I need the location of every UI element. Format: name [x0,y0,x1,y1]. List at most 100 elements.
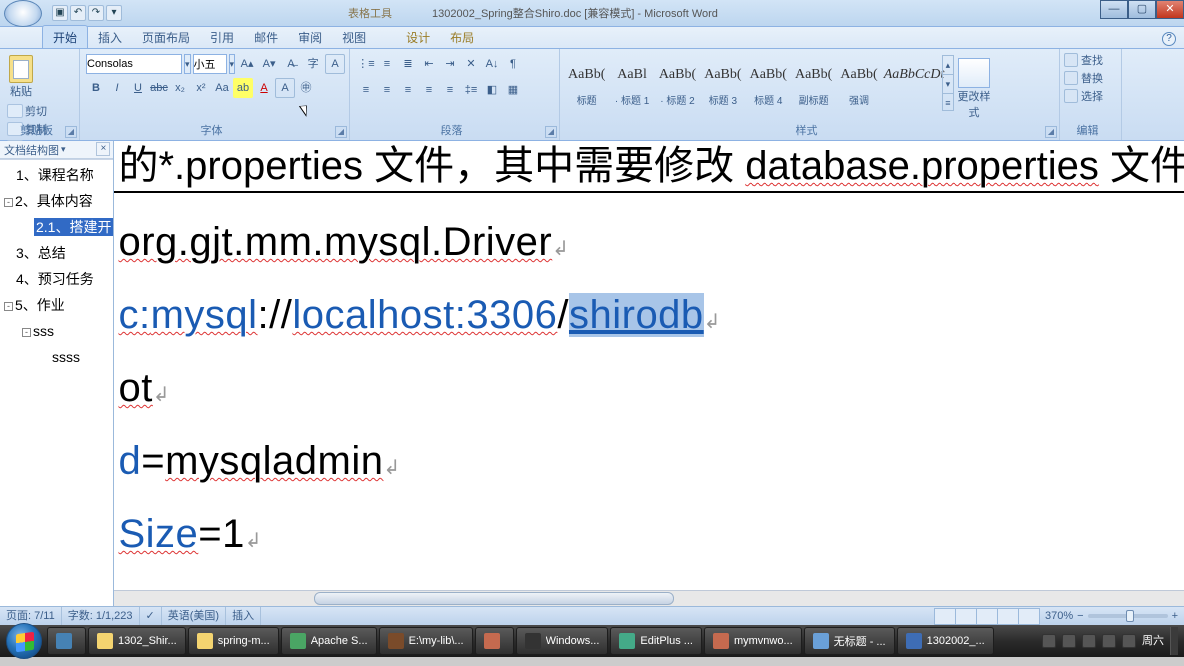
taskbar-item[interactable]: 1302_Shir... [88,627,186,655]
tab-review[interactable]: 审阅 [288,26,332,48]
sort-button[interactable]: A↓ [482,54,502,74]
outline-node[interactable]: 4、预习任务 [4,266,113,292]
phonetic-button[interactable]: 字 [303,54,323,74]
font-size-dropdown-icon[interactable]: ▾ [229,54,236,74]
bullets-button[interactable]: ⋮≡ [356,54,376,74]
tab-view[interactable]: 视图 [332,26,376,48]
char-shading-button[interactable]: A [275,78,295,98]
view-print-layout-button[interactable] [934,608,956,625]
font-size-input[interactable] [193,54,227,74]
status-word-count[interactable]: 字数: 1/1,223 [62,607,140,625]
cut-label[interactable]: 剪切 [25,103,47,119]
highlight-button[interactable]: ab [233,78,253,98]
view-fullscreen-button[interactable] [955,608,977,625]
doc-config-line[interactable]: c:mysql://localhost:3306/shirodb↲ [114,282,1184,355]
style-item[interactable]: AaBb(标题 3 [701,55,744,111]
styles-dialog-launcher[interactable]: ◢ [1045,126,1057,138]
italic-button[interactable]: I [107,78,127,98]
horizontal-scrollbar[interactable] [114,590,1184,606]
tab-page-layout[interactable]: 页面布局 [132,26,200,48]
find-button[interactable]: 查找 [1064,51,1117,69]
taskbar-item[interactable] [475,627,514,655]
tray-network-icon[interactable] [1102,634,1116,648]
multilevel-button[interactable]: ≣ [398,54,418,74]
style-item[interactable]: AaBb(· 标题 2 [656,55,699,111]
tray-icon[interactable] [1062,634,1076,648]
taskbar-item[interactable]: 1302002_... [897,627,994,655]
outline-node[interactable]: 2.1、搭建开 [4,214,113,240]
subscript-button[interactable]: x₂ [170,78,190,98]
doc-config-line[interactable]: Size=1↲ [114,501,1184,574]
cut-icon[interactable] [7,104,23,118]
line-spacing-button[interactable]: ‡≡ [461,80,481,100]
redo-icon[interactable]: ↷ [88,5,104,21]
enclose-char-button[interactable]: ㊥ [296,78,316,98]
superscript-button[interactable]: x² [191,78,211,98]
status-proofing-icon[interactable]: ✓ [140,607,162,625]
style-item[interactable]: AaBbCcDt [883,55,941,111]
clipboard-dialog-launcher[interactable]: ◢ [65,126,77,138]
show-desktop-button[interactable] [1170,627,1178,655]
view-web-button[interactable] [976,608,998,625]
doc-config-line[interactable]: ot↲ [114,355,1184,428]
zoom-in-button[interactable]: + [1172,610,1178,622]
taskbar-item[interactable]: Windows... [516,627,609,655]
doc-map-dropdown-icon[interactable]: ▾ [61,144,66,155]
font-name-dropdown-icon[interactable]: ▾ [184,54,191,74]
tab-insert[interactable]: 插入 [88,26,132,48]
char-border-button[interactable]: A [325,54,345,74]
show-marks-button[interactable]: ¶ [503,54,523,74]
taskbar-item[interactable]: E:\my-lib\... [379,627,473,655]
maximize-button[interactable]: ▢ [1128,0,1156,19]
justify-button[interactable]: ≡ [419,80,439,100]
styles-more-button[interactable]: ▴▾≡ [942,55,954,111]
change-case-button[interactable]: Aa [212,78,232,98]
view-outline-button[interactable] [997,608,1019,625]
zoom-slider[interactable] [1088,614,1168,618]
outline-node[interactable]: -2、具体内容 [4,188,113,214]
tray-icon[interactable] [1082,634,1096,648]
taskbar-item[interactable]: EditPlus ... [610,627,702,655]
undo-icon[interactable]: ↶ [70,5,86,21]
outline-node[interactable]: 3、总结 [4,240,113,266]
clear-format-button[interactable]: A̶ [281,54,301,74]
status-insert-mode[interactable]: 插入 [226,607,261,625]
taskbar-item[interactable]: Apache S... [281,627,377,655]
document-scroll-area[interactable]: 的*.properties 文件，其中需要修改 database.propert… [114,141,1184,606]
paste-button[interactable]: 粘贴 [4,51,38,100]
qat-more-icon[interactable]: ▾ [106,5,122,21]
doc-map-close-icon[interactable]: × [96,142,110,156]
shading-button[interactable]: ◧ [482,80,502,100]
doc-config-line[interactable]: org.gjt.mm.mysql.Driver↲ [114,209,1184,282]
grow-font-button[interactable]: A▴ [237,54,257,74]
start-button[interactable] [0,625,46,657]
tab-mailings[interactable]: 邮件 [244,26,288,48]
indent-inc-button[interactable]: ⇥ [440,54,460,74]
status-language[interactable]: 英语(美国) [162,607,226,625]
view-draft-button[interactable] [1018,608,1040,625]
status-page[interactable]: 页面: 7/11 [0,607,62,625]
align-right-button[interactable]: ≡ [398,80,418,100]
underline-button[interactable]: U [128,78,148,98]
minimize-button[interactable]: — [1100,0,1128,19]
selected-text[interactable]: shirodb [569,293,704,337]
office-button[interactable] [4,0,42,27]
shrink-font-button[interactable]: A▾ [259,54,279,74]
zoom-out-button[interactable]: − [1077,610,1083,622]
align-center-button[interactable]: ≡ [377,80,397,100]
document-body[interactable]: 的*.properties 文件，其中需要修改 database.propert… [114,141,1184,590]
outline-node[interactable]: 1、课程名称 [4,162,113,188]
font-color-button[interactable]: A [254,78,274,98]
font-name-input[interactable] [86,54,182,74]
close-button[interactable]: ✕ [1156,0,1184,19]
strike-button[interactable]: abc [149,78,169,98]
tray-volume-icon[interactable] [1122,634,1136,648]
zoom-percent[interactable]: 370% [1045,610,1073,622]
bold-button[interactable]: B [86,78,106,98]
outline-tree[interactable]: 1、课程名称-2、具体内容2.1、搭建开3、总结4、预习任务-5、作业-ssss… [0,159,113,606]
asian-layout-button[interactable]: ✕ [461,54,481,74]
borders-button[interactable]: ▦ [503,80,523,100]
taskbar-item[interactable]: 无标题 - ... [804,627,895,655]
doc-config-line[interactable]: d=mysqladmin↲ [114,428,1184,501]
tab-design[interactable]: 设计 [396,26,440,48]
